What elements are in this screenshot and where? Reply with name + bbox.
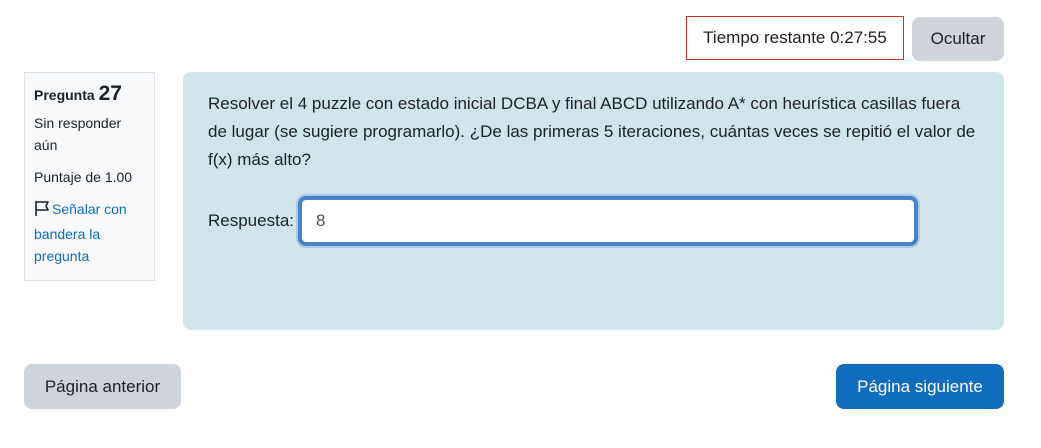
question-status: Sin responder aún: [34, 115, 122, 153]
question-number: Pregunta 27: [34, 82, 122, 105]
answer-row: Respuesta:: [208, 196, 979, 246]
answer-input[interactable]: [298, 196, 918, 246]
flag-icon: [34, 200, 50, 223]
answer-label: Respuesta:: [208, 211, 294, 230]
hide-timer-button[interactable]: Ocultar: [912, 17, 1004, 61]
previous-page-button[interactable]: Página anterior: [24, 364, 181, 409]
flag-question-link[interactable]: Señalar con bandera la pregunta: [34, 198, 145, 267]
next-page-button[interactable]: Página siguiente: [836, 364, 1004, 409]
question-info-panel: Pregunta 27 Sin responder aún Puntaje de…: [24, 72, 155, 281]
question-text: Resolver el 4 puzzle con estado inicial …: [208, 94, 976, 169]
question-grade: Puntaje de 1.00: [34, 169, 133, 185]
question-panel: Resolver el 4 puzzle con estado inicial …: [183, 72, 1004, 330]
time-remaining: Tiempo restante 0:27:55: [686, 16, 904, 60]
